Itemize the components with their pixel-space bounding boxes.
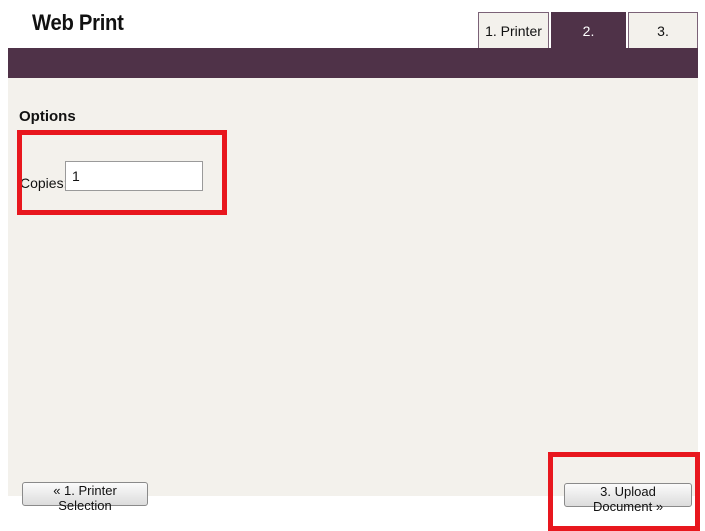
copies-input[interactable] [65, 161, 203, 191]
header-bar [8, 48, 698, 78]
tab-upload[interactable]: 3. Upload [628, 12, 698, 75]
copies-label: Copies: [20, 175, 68, 191]
options-panel: Options Copies: « 1. Printer Selection 3… [8, 78, 698, 514]
tab-printer[interactable]: 1. Printer [478, 12, 549, 48]
app-title: Web Print [32, 10, 124, 35]
section-title: Options [19, 108, 76, 125]
printer-selection-button[interactable]: « 1. Printer Selection [22, 482, 148, 513]
upload-document-button[interactable]: 3. Upload Document » [564, 483, 692, 514]
tab-options[interactable]: 2. Options [551, 12, 626, 75]
step-tabs: 1. Printer 2. Options 3. Upload [476, 12, 698, 75]
